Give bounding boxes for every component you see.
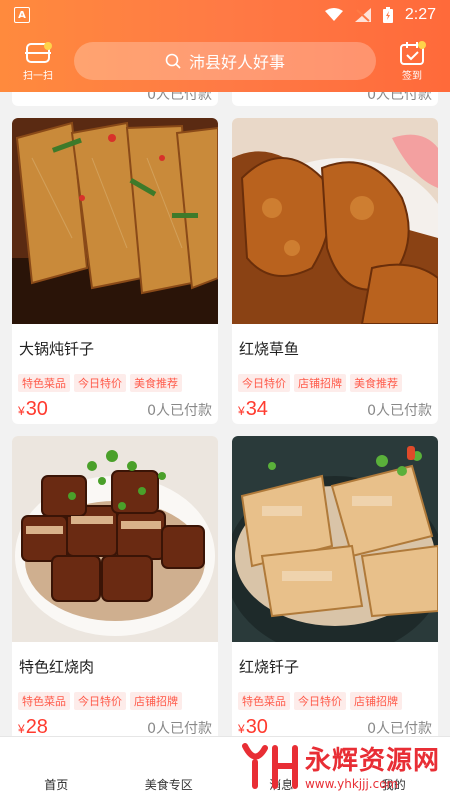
nav-food-zone[interactable]: 美食专区: [129, 776, 209, 793]
scan-icon: [25, 41, 52, 63]
clock: 2:27: [404, 6, 436, 23]
product-image: [232, 436, 438, 642]
tag: 今日特价: [74, 692, 126, 710]
wifi-icon: [324, 8, 343, 21]
tag: 特色菜品: [238, 692, 290, 710]
product-card[interactable]: 红烧草鱼 今日特价 店铺招牌 美食推荐 ¥34 0人已付款: [232, 118, 438, 424]
previous-card-left[interactable]: 0人已付款: [12, 92, 218, 106]
sold-count: 0人已付款: [147, 92, 212, 103]
price-value: 30: [245, 716, 268, 736]
product-card[interactable]: 特色红烧肉 特色菜品 今日特价 店铺招牌 ¥28 0人已付款: [12, 436, 218, 736]
product-name: 大锅炖钎子: [19, 340, 95, 358]
status-bar: A 2:27: [0, 0, 450, 30]
tag: 店铺招牌: [130, 692, 182, 710]
tag: 今日特价: [294, 692, 346, 710]
scan-button[interactable]: 扫一扫: [12, 41, 64, 82]
tag: 店铺招牌: [294, 374, 346, 392]
product-name: 特色红烧肉: [19, 658, 95, 676]
price-value: 28: [25, 716, 48, 736]
checkin-label: 签到: [402, 70, 422, 82]
currency-symbol: ¥: [238, 722, 245, 736]
product-grid: 0人已付款 0人已付款 大锅炖钎子 特色菜品 今日特价 美食推荐 ¥30 0人已…: [0, 92, 450, 736]
nav-home[interactable]: 首页: [16, 776, 96, 793]
price-value: 34: [245, 398, 268, 420]
product-card[interactable]: 大锅炖钎子 特色菜品 今日特价 美食推荐 ¥30 0人已付款: [12, 118, 218, 424]
notification-icon: A: [14, 7, 30, 23]
tag-list: 特色菜品 今日特价 店铺招牌: [238, 692, 438, 710]
tag-list: 今日特价 店铺招牌 美食推荐: [238, 374, 438, 392]
bottom-nav: 首页 美食专区 消息 我的: [0, 736, 450, 799]
tag: 店铺招牌: [350, 692, 402, 710]
price-value: 30: [25, 398, 48, 420]
tag-list: 特色菜品 今日特价 店铺招牌: [18, 692, 218, 710]
nav-messages[interactable]: 消息: [241, 776, 321, 793]
search-icon: [165, 53, 181, 69]
price: ¥30: [238, 716, 268, 736]
product-card[interactable]: 红烧钎子 特色菜品 今日特价 店铺招牌 ¥30 0人已付款: [232, 436, 438, 736]
product-image: [12, 118, 218, 324]
tag: 特色菜品: [18, 374, 70, 392]
tag: 今日特价: [74, 374, 126, 392]
price: ¥34: [238, 398, 268, 421]
tag: 今日特价: [238, 374, 290, 392]
nav-mine[interactable]: 我的: [354, 776, 434, 793]
tag: 特色菜品: [18, 692, 70, 710]
header: 扫一扫 沛县好人好事 签到: [0, 30, 450, 92]
search-input[interactable]: 沛县好人好事: [74, 42, 376, 80]
top-bar: A 2:27 扫一扫 沛县好人好事 签到: [0, 0, 450, 92]
price: ¥28: [18, 716, 48, 736]
product-name: 红烧钎子: [239, 658, 300, 676]
previous-card-right[interactable]: 0人已付款: [232, 92, 438, 106]
sold-count: 0人已付款: [367, 92, 432, 103]
checkin-button[interactable]: 签到: [386, 40, 438, 82]
search-text: 沛县好人好事: [188, 53, 285, 72]
currency-symbol: ¥: [238, 404, 245, 418]
currency-symbol: ¥: [18, 722, 25, 736]
sold-count: 0人已付款: [147, 403, 212, 419]
sold-count: 0人已付款: [367, 721, 432, 736]
sold-count: 0人已付款: [367, 403, 432, 419]
price: ¥30: [18, 398, 48, 421]
currency-symbol: ¥: [18, 404, 25, 418]
product-image: [12, 436, 218, 642]
scan-label: 扫一扫: [23, 70, 53, 82]
tag: 美食推荐: [130, 374, 182, 392]
tag: 美食推荐: [350, 374, 402, 392]
product-image: [232, 118, 438, 324]
sold-count: 0人已付款: [147, 721, 212, 736]
product-name: 红烧草鱼: [239, 340, 300, 358]
signal-off-icon: [354, 8, 371, 22]
tag-list: 特色菜品 今日特价 美食推荐: [18, 374, 218, 392]
calendar-check-icon: [400, 40, 426, 65]
battery-icon: [382, 7, 393, 23]
